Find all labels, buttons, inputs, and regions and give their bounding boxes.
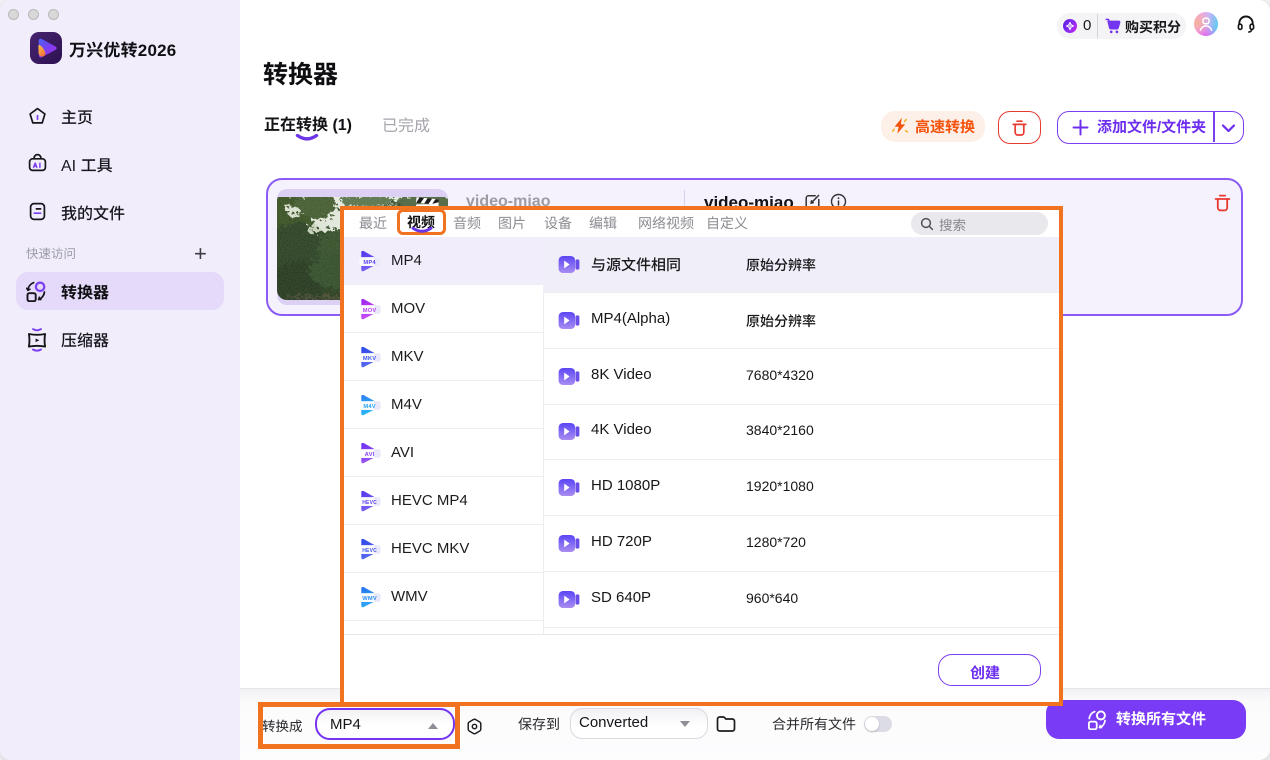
svg-text:HEVC: HEVC: [362, 548, 377, 554]
svg-text:MKV: MKV: [363, 356, 376, 362]
svg-text:M4V: M4V: [363, 404, 376, 410]
svg-text:WMV: WMV: [362, 596, 377, 602]
svg-text:MP4: MP4: [363, 260, 376, 266]
svg-text:AVI: AVI: [365, 452, 375, 458]
svg-text:HEVC: HEVC: [362, 500, 377, 506]
svg-text:MOV: MOV: [363, 308, 377, 314]
